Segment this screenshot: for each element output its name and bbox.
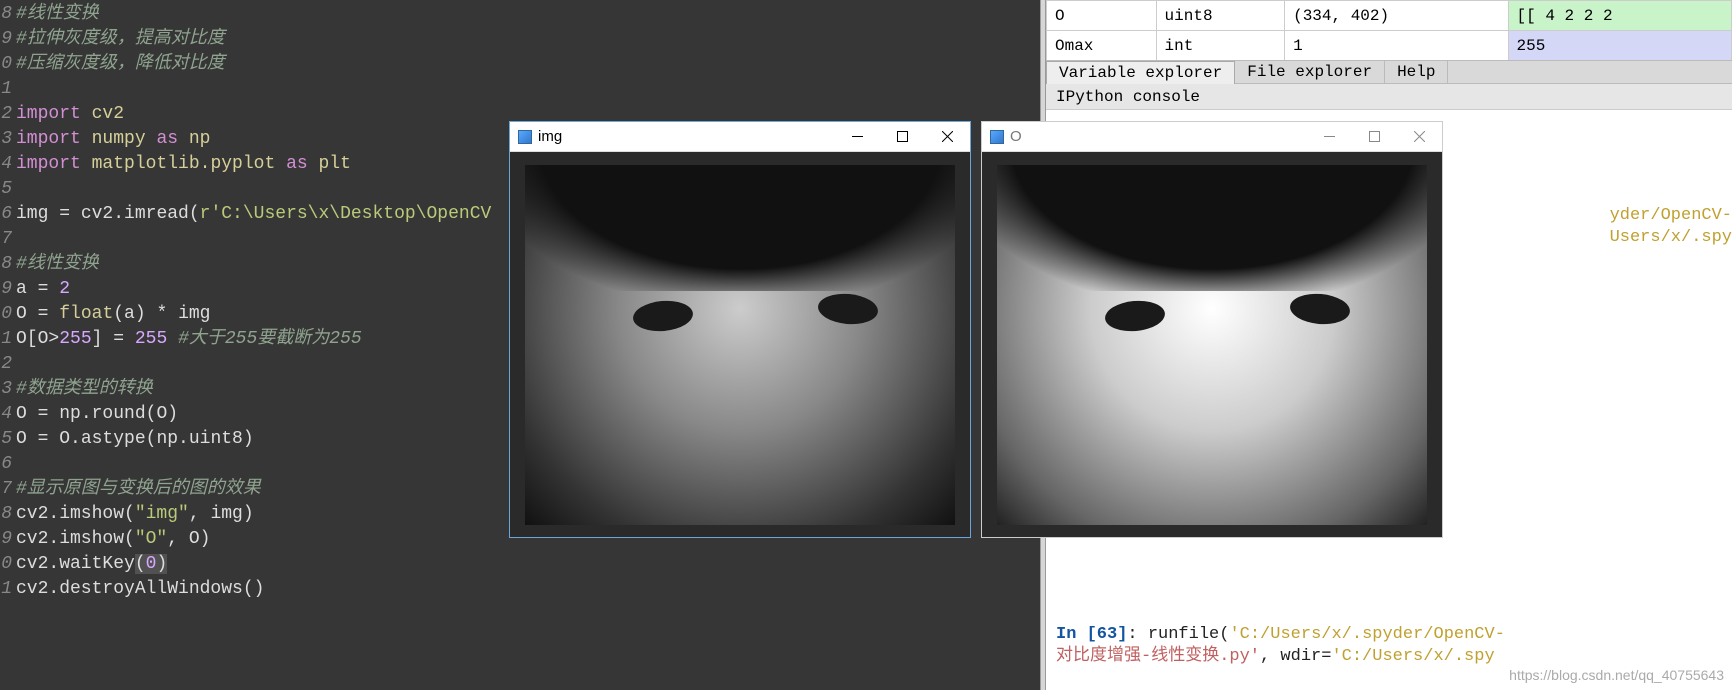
line-number: 1 <box>0 77 14 102</box>
code-content: #显示原图与变换后的图的效果 <box>14 477 261 502</box>
code-content: #线性变换 <box>14 252 99 277</box>
code-line[interactable]: 0cv2.waitKey(0) <box>0 552 1040 577</box>
line-number: 6 <box>0 452 14 477</box>
code-content: import cv2 <box>14 102 124 127</box>
code-line[interactable]: 9#拉伸灰度级，提高对比度 <box>0 27 1040 52</box>
watermark: https://blog.csdn.net/qq_40755643 <box>1509 664 1724 686</box>
line-number: 9 <box>0 527 14 552</box>
code-content: #压缩灰度级，降低对比度 <box>14 52 225 77</box>
ipython-console-tab[interactable]: IPython console <box>1046 84 1732 110</box>
titlebar[interactable]: O <box>982 122 1442 152</box>
line-number: 8 <box>0 252 14 277</box>
maximize-button[interactable] <box>1352 122 1397 152</box>
subtab-label: IPython console <box>1056 88 1200 106</box>
console-overflow-text: yder/OpenCV- Users/x/.spy <box>1610 205 1732 249</box>
line-number: 8 <box>0 2 14 27</box>
line-number: 1 <box>0 327 14 352</box>
image-content <box>997 165 1427 525</box>
code-content: cv2.imshow("O", O) <box>14 527 210 552</box>
line-number: 0 <box>0 552 14 577</box>
code-content: a = 2 <box>14 277 70 302</box>
line-number: 5 <box>0 427 14 452</box>
line-number: 0 <box>0 52 14 77</box>
code-content: #数据类型的转换 <box>14 377 153 402</box>
table-cell: [[ 4 2 2 2 <box>1508 1 1731 31</box>
code-line[interactable]: 0#压缩灰度级，降低对比度 <box>0 52 1040 77</box>
table-cell: 1 <box>1285 31 1508 61</box>
line-number: 3 <box>0 127 14 152</box>
close-button[interactable] <box>1397 122 1442 152</box>
code-line[interactable]: 1 <box>0 77 1040 102</box>
line-number: 4 <box>0 402 14 427</box>
tab-file-explorer[interactable]: File explorer <box>1235 61 1385 83</box>
line-number: 7 <box>0 477 14 502</box>
line-number: 9 <box>0 277 14 302</box>
table-row[interactable]: Omaxint1255 <box>1047 31 1732 61</box>
app-icon <box>518 130 532 144</box>
code-content: cv2.imshow("img", img) <box>14 502 254 527</box>
titlebar[interactable]: img <box>510 122 970 152</box>
line-number: 3 <box>0 377 14 402</box>
line-number: 0 <box>0 302 14 327</box>
variable-table[interactable]: Ouint8(334, 402)[[ 4 2 2 2Omaxint1255 <box>1046 0 1732 61</box>
minimize-button[interactable] <box>835 122 880 152</box>
code-content: img = cv2.imread(r'C:\Users\x\Desktop\Op… <box>14 202 491 227</box>
close-button[interactable] <box>925 122 970 152</box>
window-title: img <box>510 128 835 145</box>
table-cell: (334, 402) <box>1285 1 1508 31</box>
image-canvas <box>510 152 970 537</box>
code-content: O = np.round(O) <box>14 402 178 427</box>
table-row[interactable]: Ouint8(334, 402)[[ 4 2 2 2 <box>1047 1 1732 31</box>
code-content: O[O>255] = 255 #大于255要截断为255 <box>14 327 362 352</box>
code-content: O = float(a) * img <box>14 302 211 327</box>
variable-explorer[interactable]: Ouint8(334, 402)[[ 4 2 2 2Omaxint1255 <box>1046 0 1732 60</box>
line-number: 7 <box>0 227 14 252</box>
line-number: 8 <box>0 502 14 527</box>
code-content: cv2.destroyAllWindows() <box>14 577 264 602</box>
console-output: In [63]: runfile('C:/Users/x/.spyder/Ope… <box>1056 624 1732 668</box>
code-line[interactable]: 8#线性变换 <box>0 2 1040 27</box>
image-canvas <box>982 152 1442 537</box>
tab-help[interactable]: Help <box>1385 61 1448 83</box>
line-number: 6 <box>0 202 14 227</box>
prompt-in: In <box>1056 625 1087 644</box>
app-icon <box>990 130 1004 144</box>
code-content: #线性变换 <box>14 2 99 27</box>
code-content: import matplotlib.pyplot as plt <box>14 152 351 177</box>
panel-tabs[interactable]: Variable explorerFile explorerHelp <box>1046 60 1732 84</box>
code-content: cv2.waitKey(0) <box>14 552 167 577</box>
window-o[interactable]: O <box>982 122 1442 537</box>
table-cell: int <box>1156 31 1285 61</box>
line-number: 9 <box>0 27 14 52</box>
line-number: 5 <box>0 177 14 202</box>
window-img[interactable]: img <box>510 122 970 537</box>
line-number: 1 <box>0 577 14 602</box>
line-number: 2 <box>0 352 14 377</box>
code-content: O = O.astype(np.uint8) <box>14 427 254 452</box>
table-cell: Omax <box>1047 31 1157 61</box>
line-number: 4 <box>0 152 14 177</box>
minimize-button[interactable] <box>1307 122 1352 152</box>
line-number: 2 <box>0 102 14 127</box>
image-content <box>525 165 955 525</box>
prompt-num: [63] <box>1087 625 1128 644</box>
tab-variable-explorer[interactable]: Variable explorer <box>1046 61 1235 85</box>
code-content: import numpy as np <box>14 127 210 152</box>
code-content: #拉伸灰度级，提高对比度 <box>14 27 225 52</box>
maximize-button[interactable] <box>880 122 925 152</box>
code-line[interactable]: 1cv2.destroyAllWindows() <box>0 577 1040 602</box>
table-cell: O <box>1047 1 1157 31</box>
table-cell: uint8 <box>1156 1 1285 31</box>
window-title: O <box>982 128 1307 145</box>
table-cell: 255 <box>1508 31 1731 61</box>
